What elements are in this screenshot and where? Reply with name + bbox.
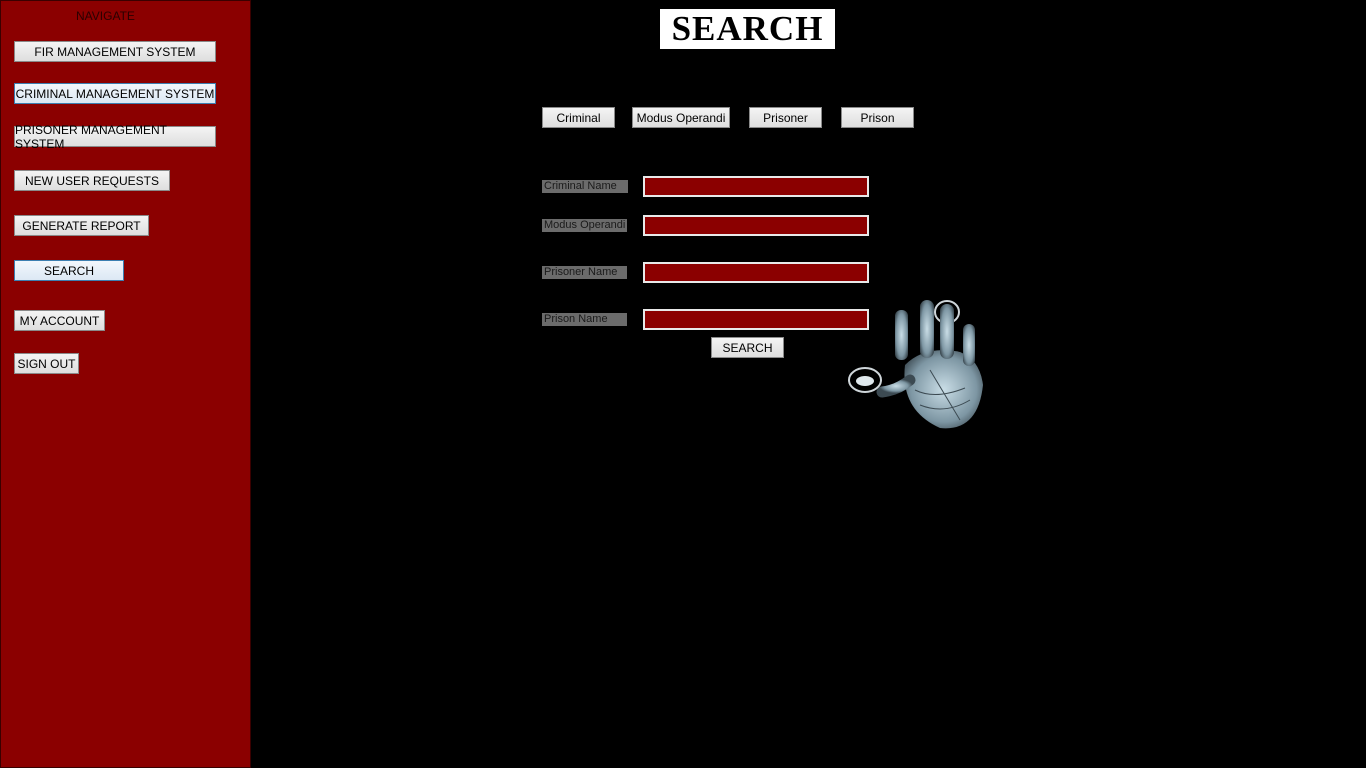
modus-operandi-label: Modus Operandi <box>542 219 627 232</box>
search-submit-button[interactable]: SEARCH <box>711 337 784 358</box>
generate-report-button[interactable]: GENERATE REPORT <box>14 215 149 236</box>
my-account-button[interactable]: MY ACCOUNT <box>14 310 105 331</box>
prisoner-management-button[interactable]: PRISONER MANAGEMENT SYSTEM <box>14 123 216 151</box>
modus-operandi-field[interactable] <box>643 215 869 236</box>
navigate-heading: NAVIGATE <box>76 9 135 23</box>
criminal-name-field[interactable] <box>643 176 869 197</box>
page-title: SEARCH <box>660 9 835 49</box>
tab-modus-operandi[interactable]: Modus Operandi <box>632 107 730 128</box>
criminal-management-button[interactable]: CRIMINAL MANAGEMENT SYSTEM <box>14 83 216 104</box>
search-nav-button[interactable]: SEARCH <box>14 260 124 281</box>
prison-name-label: Prison Name <box>542 313 627 326</box>
prison-name-field[interactable] <box>643 309 869 330</box>
sidebar: NAVIGATE FIR MANAGEMENT SYSTEM CRIMINAL … <box>0 0 251 768</box>
criminal-name-label: Criminal Name <box>542 180 628 193</box>
sign-out-button[interactable]: SIGN OUT <box>14 353 79 374</box>
prisoner-name-field[interactable] <box>643 262 869 283</box>
tab-prisoner[interactable]: Prisoner <box>749 107 822 128</box>
tab-criminal[interactable]: Criminal <box>542 107 615 128</box>
tab-prison[interactable]: Prison <box>841 107 914 128</box>
new-user-requests-button[interactable]: NEW USER REQUESTS <box>14 170 170 191</box>
prisoner-name-label: Prisoner Name <box>542 266 627 279</box>
fir-management-button[interactable]: FIR MANAGEMENT SYSTEM <box>14 41 216 62</box>
